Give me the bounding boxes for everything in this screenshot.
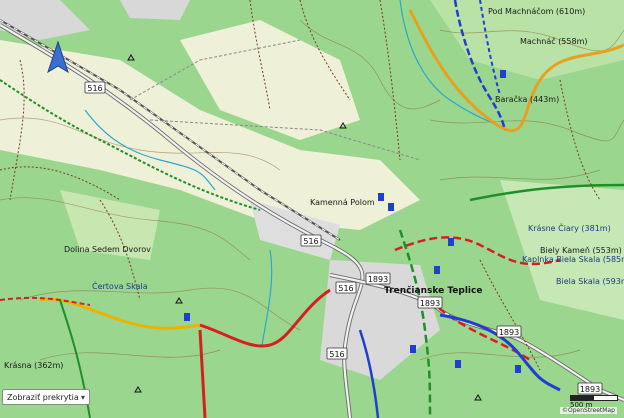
street-label: Kamenná Polom	[310, 198, 375, 207]
svg-text:516: 516	[338, 284, 353, 293]
rock-label: Čertova Skala	[92, 280, 148, 291]
svg-text:1893: 1893	[499, 328, 519, 337]
peak-label: Kaplnka Biela Skala (585m)	[522, 255, 624, 264]
svg-text:1893: 1893	[368, 275, 388, 284]
svg-text:516: 516	[87, 84, 102, 93]
road-shield-516: 516	[326, 347, 348, 360]
svg-text:516: 516	[329, 350, 344, 359]
peak-label: Biela Skala (593m)	[556, 277, 624, 286]
road-shield-516: 516	[300, 234, 322, 247]
chevron-down-icon: ▾	[80, 392, 85, 402]
road-shield-1893: 1893	[365, 272, 391, 285]
peak-label: Biely Kameň (553m)	[540, 245, 622, 255]
overlay-select[interactable]: Zobraziť prekrytia ▾	[2, 389, 90, 405]
peak-label: Pod Machnáčom (610m)	[488, 6, 585, 16]
peak-label: Krásna (362m)	[4, 361, 63, 370]
peak-label: Krásne Čiary (381m)	[528, 222, 611, 233]
road-shield-516: 516	[335, 281, 357, 294]
map-canvas[interactable]: 516 516 516 516 1893 1893 1893 1893 Tren…	[0, 0, 624, 418]
town-label: Trenčianske Teplice	[384, 285, 482, 296]
peak-label: Baračka (443m)	[495, 94, 559, 104]
valley-label: Dolina Sedem Dvorov	[64, 245, 151, 254]
road-shield-1893: 1893	[496, 325, 522, 338]
map-attribution: ©OpenStreetMap	[560, 407, 617, 414]
svg-text:1893: 1893	[420, 299, 440, 308]
svg-text:516: 516	[303, 237, 318, 246]
map-viewport[interactable]: 516 516 516 516 1893 1893 1893 1893 Tren…	[0, 0, 624, 418]
road-shield-516: 516	[84, 81, 106, 94]
road-shield-1893: 1893	[417, 296, 443, 309]
peak-label: Machnáč (558m)	[520, 36, 588, 46]
urban-area	[120, 0, 190, 20]
overlay-select-value: Zobraziť prekrytia	[7, 392, 79, 402]
